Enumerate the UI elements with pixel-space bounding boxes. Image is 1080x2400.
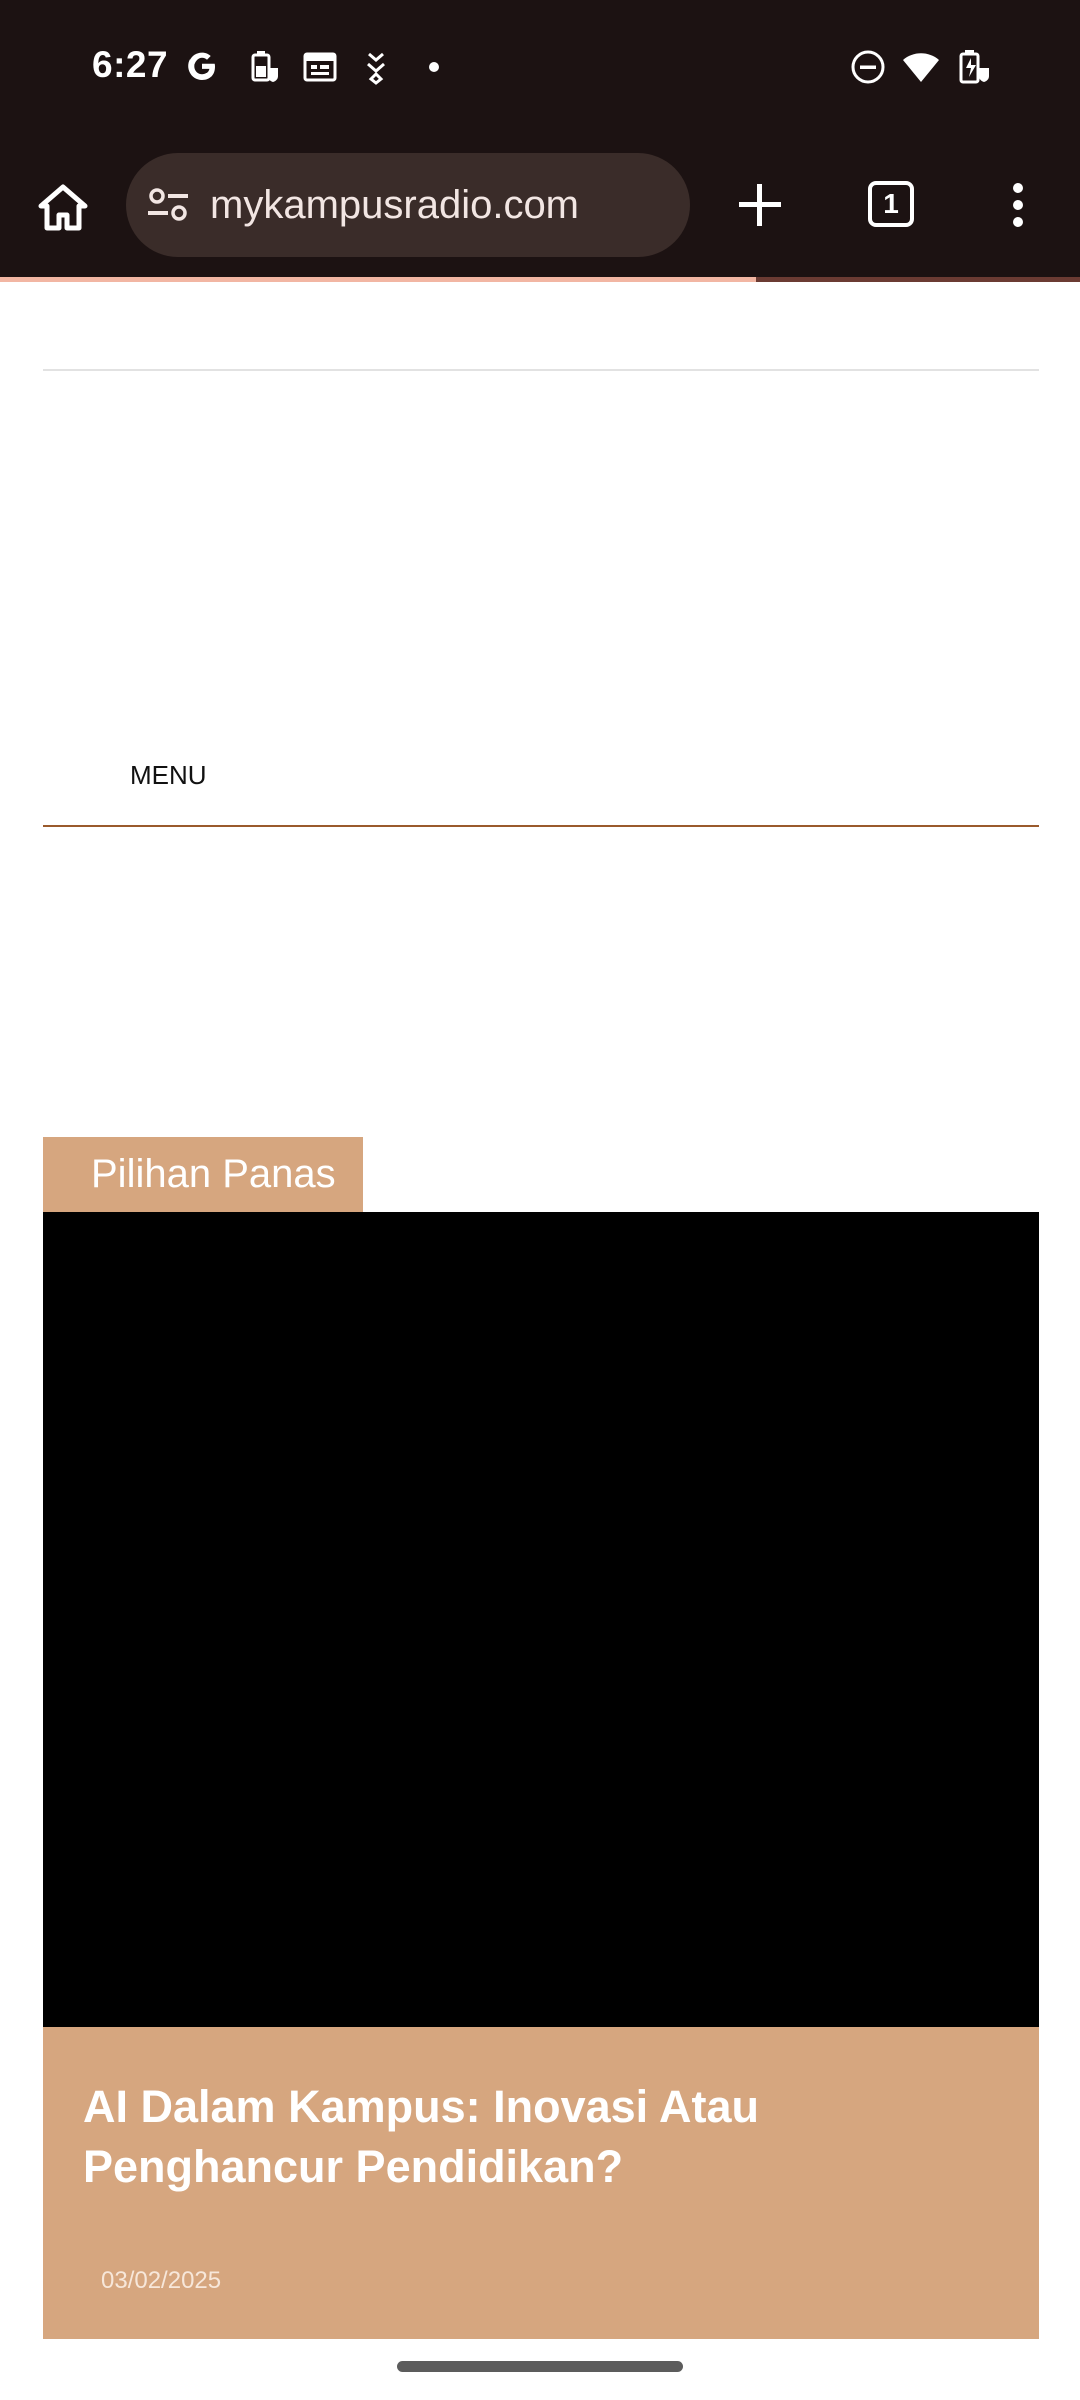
calendar-icon xyxy=(300,46,340,86)
section-tag: Pilihan Panas xyxy=(43,1137,363,1212)
menu-toggle[interactable]: MENU xyxy=(130,760,207,791)
screen: 6:27 mykampusradio.com 1 MENU Pilihan Pa… xyxy=(0,0,1080,2400)
header-divider xyxy=(43,369,1039,371)
overflow-menu-button[interactable] xyxy=(1000,173,1036,237)
address-bar[interactable]: mykampusradio.com xyxy=(126,153,690,257)
tab-switcher-button[interactable]: 1 xyxy=(868,181,914,227)
menu-divider xyxy=(43,825,1039,827)
gesture-home-indicator[interactable] xyxy=(397,2361,683,2372)
featured-post-image[interactable] xyxy=(43,1212,1039,2027)
featured-post-title[interactable]: AI Dalam Kampus: Inovasi Atau Penghancur… xyxy=(83,2077,1023,2197)
wifi-icon xyxy=(901,46,941,86)
dot-icon xyxy=(424,46,464,86)
browser-toolbar: mykampusradio.com 1 xyxy=(0,135,1080,280)
google-g-icon xyxy=(182,46,222,86)
new-tab-button[interactable] xyxy=(728,173,792,237)
plus-icon xyxy=(739,184,781,226)
home-icon xyxy=(38,184,88,231)
status-time: 6:27 xyxy=(92,44,169,85)
battery-saver-clipboard-icon xyxy=(244,46,284,86)
status-bar: 6:27 xyxy=(0,0,1080,135)
url-text: mykampusradio.com xyxy=(210,183,580,227)
more-vert-icon xyxy=(1013,183,1023,227)
web-page[interactable]: MENU Pilihan Panas AI Dalam Kampus: Inov… xyxy=(0,282,1080,2400)
wallet-icon xyxy=(356,46,396,86)
battery-charging-icon xyxy=(955,46,995,86)
do-not-disturb-icon xyxy=(848,46,888,86)
home-button[interactable] xyxy=(30,175,96,241)
site-settings-icon[interactable] xyxy=(146,185,190,225)
featured-post-date: 03/02/2025 xyxy=(101,2267,222,2294)
featured-post-caption[interactable]: AI Dalam Kampus: Inovasi Atau Penghancur… xyxy=(43,2027,1039,2339)
